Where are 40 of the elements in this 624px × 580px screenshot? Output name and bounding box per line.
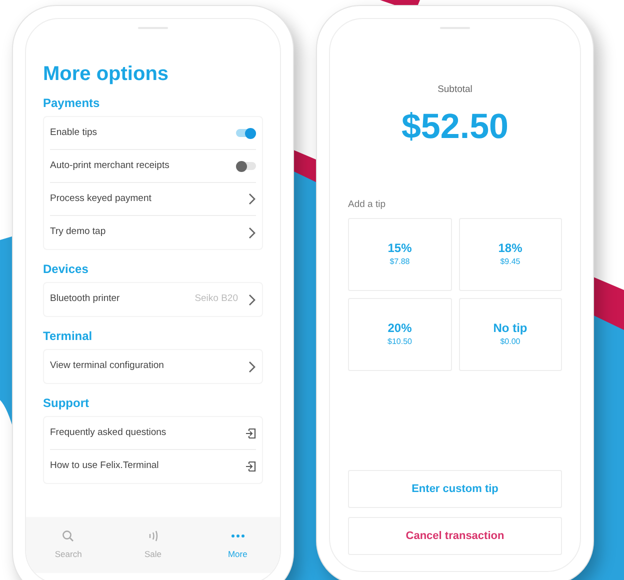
screen-title: More options [43, 64, 170, 84]
settings-row[interactable]: Enable tips [50, 117, 256, 150]
tip-option[interactable]: 20% $10.50 [348, 298, 452, 371]
row-value: Seiko B20 [194, 292, 238, 306]
tip-option[interactable]: No tip $0.00 [458, 298, 562, 371]
row-label: Bluetooth printer [50, 292, 120, 306]
row-label: Auto-print merchant receipts [50, 158, 170, 173]
section-heading: Devices [43, 261, 90, 278]
row-label: View terminal configuration [50, 359, 164, 374]
toggle-switch[interactable] [236, 129, 256, 137]
toggle-switch[interactable] [236, 162, 256, 170]
section-heading: Payments [43, 95, 101, 112]
section-heading: Support [43, 395, 90, 412]
settings-row[interactable]: Frequently asked questions [50, 417, 256, 450]
settings-row[interactable]: Bluetooth printer Seiko B20 [50, 283, 256, 316]
subtotal-amount: $52.50 [401, 106, 509, 148]
chevron-right-icon [248, 226, 256, 238]
chevron-right-icon [248, 294, 256, 306]
tip-option[interactable]: 18% $9.45 [458, 218, 562, 291]
tab-item[interactable]: More [208, 530, 268, 560]
search-icon [62, 530, 74, 542]
row-label: Frequently asked questions [50, 426, 166, 440]
action-button[interactable]: Cancel transaction [348, 517, 562, 555]
settings-row[interactable]: How to use Felix.Terminal [50, 450, 256, 483]
action-button[interactable]: Enter custom tip [348, 470, 562, 508]
settings-row[interactable]: Try demo tap [50, 216, 256, 249]
tip-option[interactable]: 15% $7.88 [348, 218, 452, 291]
row-label: Process keyed payment [50, 192, 152, 206]
settings-row[interactable]: Auto-print merchant receipts [50, 150, 256, 183]
subtotal-label: Subtotal [438, 83, 472, 97]
chevron-right-icon [248, 193, 256, 205]
contactless-icon [146, 530, 159, 542]
settings-row[interactable]: Process keyed payment [50, 183, 256, 216]
row-label: Try demo tap [50, 225, 106, 240]
chevron-right-icon [248, 360, 256, 372]
row-label: Enable tips [50, 126, 98, 140]
tip-heading: Add a tip [348, 198, 386, 212]
row-label: How to use Felix.Terminal [50, 459, 159, 474]
section-heading: Terminal [43, 328, 94, 345]
settings-row[interactable]: View terminal configuration [50, 350, 256, 383]
